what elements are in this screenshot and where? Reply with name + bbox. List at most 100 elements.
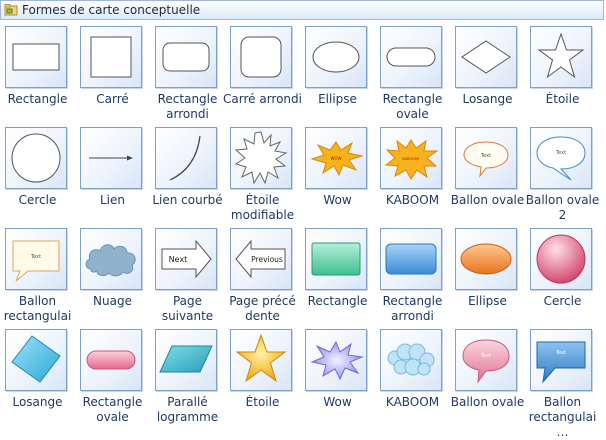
shape-label: Ballon ovale [450, 395, 525, 409]
shape-label: Lien [99, 193, 125, 207]
panel-title-bar[interactable]: Formes de carte conceptuelle [0, 0, 604, 20]
shape-thumbnail[interactable] [380, 26, 442, 88]
shape-item[interactable]: Previous Page précé dente [225, 224, 300, 325]
shape-item[interactable]: Carré arrondi [223, 22, 302, 123]
shape-item[interactable]: TextBallon rectangulai… [525, 325, 600, 439]
shape-item[interactable]: Rectangle ovale [75, 325, 150, 426]
previous-page-arrow-icon: Previous [235, 239, 286, 279]
shape-thumbnail[interactable] [155, 329, 217, 391]
shape-thumbnail[interactable]: KABOOM! [380, 127, 442, 189]
shape-thumbnail[interactable] [455, 26, 517, 88]
orange-ellipse-icon [460, 243, 512, 275]
shape-item[interactable]: Wow [300, 325, 375, 426]
parallelogram-icon [159, 345, 213, 373]
shape-label: Wow [323, 395, 352, 409]
shape-thumbnail[interactable] [80, 127, 142, 189]
shape-item[interactable]: Nuage [75, 224, 150, 325]
shape-thumbnail[interactable] [305, 329, 367, 391]
shape-thumbnail[interactable] [80, 26, 142, 88]
shape-item[interactable]: Cercle [525, 224, 600, 325]
shape-thumbnail[interactable]: Text [530, 127, 592, 189]
gold-star-icon [235, 333, 287, 383]
shape-item[interactable]: Rectangle ovale [375, 22, 450, 123]
shape-label: Ellipse [318, 92, 357, 106]
shape-item[interactable]: Étoile modifiable [225, 123, 300, 224]
link-line-icon [89, 155, 133, 161]
shape-label: Page suivante [161, 294, 214, 323]
shape-thumbnail[interactable] [305, 228, 367, 290]
shape-item[interactable]: Next Page suivante [150, 224, 225, 325]
shape-thumbnail[interactable] [230, 26, 292, 88]
shape-thumbnail[interactable] [380, 228, 442, 290]
wow-text: WOW [330, 156, 341, 161]
shape-item[interactable]: Text Ballon ovale [450, 325, 525, 426]
shape-thumbnail[interactable] [530, 26, 592, 88]
shape-thumbnail[interactable] [5, 26, 67, 88]
shape-item[interactable]: Text Ballon ovale [450, 123, 525, 224]
shape-thumbnail[interactable]: Text [530, 329, 592, 391]
shape-thumbnail[interactable] [530, 228, 592, 290]
shape-item[interactable]: Rectangle [0, 22, 75, 123]
shape-item[interactable]: Rectangle [300, 224, 375, 325]
shape-item[interactable]: Rectangle arrondi [375, 224, 450, 325]
shape-thumbnail[interactable] [5, 127, 67, 189]
svg-text:Text: Text [555, 350, 566, 356]
shape-item[interactable]: Étoile [225, 325, 300, 426]
shape-label: Étoile modifiable [230, 193, 295, 222]
square-icon [90, 36, 132, 78]
shape-thumbnail[interactable] [380, 329, 442, 391]
shape-item[interactable]: TextBallon rectangulai… [0, 224, 75, 338]
shape-label: Cercle [18, 193, 57, 207]
shape-label: Rectangle ovale [82, 395, 143, 424]
shape-label: Rectangle arrondi [382, 294, 443, 323]
shape-thumbnail[interactable] [5, 329, 67, 391]
shape-item[interactable]: Ellipse [300, 22, 375, 123]
shape-item[interactable]: Cercle [0, 123, 75, 224]
shape-item[interactable]: Parallé logramme [150, 325, 225, 426]
shape-thumbnail[interactable] [155, 127, 217, 189]
rounded-rectangle-icon [162, 42, 210, 72]
panel-title: Formes de carte conceptuelle [22, 3, 201, 17]
shape-item[interactable]: KABOOM! KABOOM [375, 123, 450, 224]
pink-oval-balloon-icon: Text [462, 339, 510, 384]
shape-item[interactable]: WOW Wow [300, 123, 375, 224]
shape-item[interactable]: Losange [450, 22, 525, 123]
shape-item[interactable]: Text Ballon ovale 2 [525, 123, 600, 224]
shape-item[interactable]: Lien courbé [150, 123, 225, 224]
shape-thumbnail[interactable]: Text [5, 228, 67, 290]
shape-thumbnail[interactable]: Text [455, 127, 517, 189]
shape-thumbnail[interactable] [230, 127, 292, 189]
shape-label: Wow [323, 193, 352, 207]
shape-label: KABOOM [385, 395, 440, 409]
shape-thumbnail[interactable]: Text [455, 329, 517, 391]
shape-item[interactable]: KABOOM [375, 325, 450, 426]
shape-thumbnail[interactable]: Next [155, 228, 217, 290]
shape-label: Étoile [245, 395, 280, 409]
pink-capsule-icon [86, 350, 136, 370]
shape-thumbnail[interactable] [80, 329, 142, 391]
shape-item[interactable]: Étoile [525, 22, 600, 123]
rounded-square-icon [240, 36, 282, 78]
shape-thumbnail[interactable]: Previous [230, 228, 292, 290]
shape-thumbnail[interactable] [80, 228, 142, 290]
svg-text:Text: Text [30, 254, 41, 260]
shape-label: Carré arrondi [223, 92, 302, 106]
shape-thumbnail[interactable] [455, 228, 517, 290]
shape-label: Cercle [543, 294, 582, 308]
kaboom-text: KABOOM! [402, 157, 419, 161]
shape-thumbnail[interactable] [155, 26, 217, 88]
shape-item[interactable]: Lien [75, 123, 150, 224]
shape-thumbnail[interactable] [230, 329, 292, 391]
blue-rounded-rectangle-icon [385, 243, 437, 275]
shape-label: Ballon ovale 2 [525, 193, 600, 222]
shape-thumbnail[interactable] [305, 26, 367, 88]
shapes-panel: Formes de carte conceptuelle Rectangle Ca… [0, 0, 606, 439]
shape-label: Losange [12, 395, 63, 409]
shape-label: Losange [462, 92, 513, 106]
shape-thumbnail[interactable]: WOW [305, 127, 367, 189]
shape-item[interactable]: Losange [0, 325, 75, 426]
shape-item[interactable]: Carré [75, 22, 150, 123]
svg-text:Text: Text [480, 153, 491, 159]
shape-item[interactable]: Ellipse [450, 224, 525, 325]
shape-item[interactable]: Rectangle arrondi [150, 22, 225, 123]
